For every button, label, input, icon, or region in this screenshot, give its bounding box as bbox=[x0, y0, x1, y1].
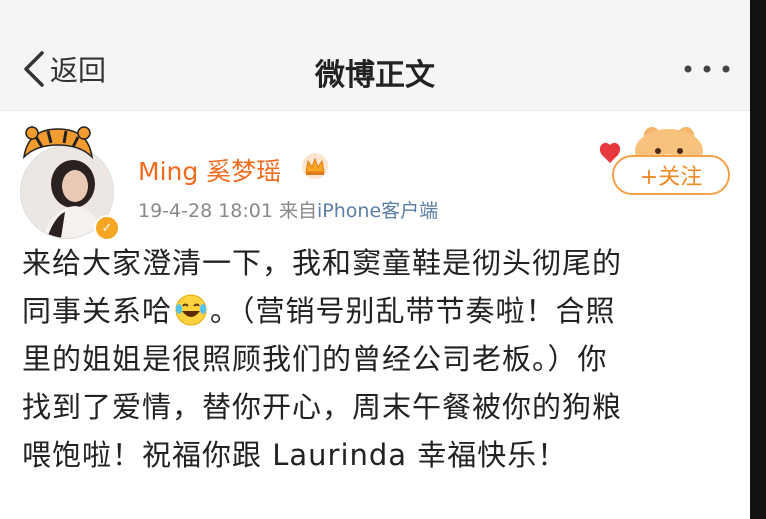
post-meta: 19-4-28 18:01 来自iPhone客户端 bbox=[138, 196, 438, 223]
source-prefix: 来自 bbox=[279, 200, 318, 222]
post-line: 找到了爱情，替你开心，周末午餐被你的狗粮 bbox=[22, 390, 623, 424]
post-timestamp: 19-4-28 18:01 bbox=[138, 200, 273, 222]
verified-badge-icon: ✓ bbox=[94, 215, 120, 241]
source-label[interactable]: iPhone客户端 bbox=[317, 200, 438, 222]
post-line-part: 同事关系哈 bbox=[22, 294, 173, 328]
nav-bar: 返回 微博正文 bbox=[0, 0, 750, 111]
post-line-part: 。（营销号别乱带节奏啦！合照 bbox=[210, 294, 616, 328]
post-line: 里的姐姐是很照顾我们的曾经公司老板。）你 bbox=[22, 342, 608, 376]
laughing-tears-emoji-icon bbox=[175, 294, 207, 326]
more-dots-icon[interactable] bbox=[680, 58, 734, 80]
post-line-with-emoji: 同事关系哈 。（营销号别乱带节奏啦！合照 bbox=[22, 287, 742, 335]
post-card: ✓ Ming 奚梦瑶 19-4-28 18:01 来自iPhone客户端 +关注… bbox=[0, 111, 750, 519]
follow-button[interactable]: +关注 bbox=[612, 155, 730, 195]
post-body: 来给大家澄清一下，我和窦童鞋是彻头彻尾的 同事关系哈 。（营销号别乱带节奏啦！合… bbox=[22, 239, 742, 479]
username[interactable]: Ming 奚梦瑶 bbox=[138, 152, 281, 188]
screen-edge bbox=[750, 0, 766, 519]
post-line: 来给大家澄清一下，我和窦童鞋是彻头彻尾的 bbox=[22, 246, 623, 280]
avatar[interactable]: ✓ bbox=[14, 123, 124, 241]
tiger-frame-icon bbox=[22, 126, 94, 160]
page-title: 微博正文 bbox=[315, 58, 435, 93]
crown-icon bbox=[302, 153, 328, 179]
post-line: 喂饱啦！祝福你跟 Laurinda 幸福快乐！ bbox=[22, 438, 568, 472]
